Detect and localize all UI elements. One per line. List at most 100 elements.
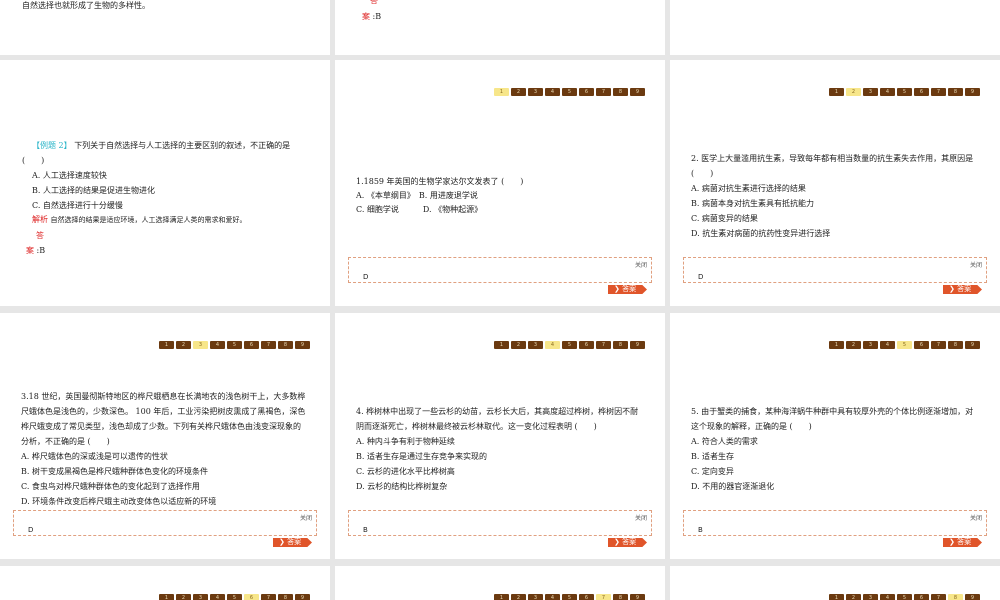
question-nav: 123456789 (494, 341, 645, 349)
question-text: 2. 医学上大量滥用抗生素，导致每年都有相当数量的抗生素失去作用，其原因是 (691, 154, 974, 163)
nav-button-6[interactable]: 6 (579, 341, 594, 349)
nav-button-7[interactable]: 7 (596, 341, 611, 349)
nav-button-5[interactable]: 5 (562, 341, 577, 349)
nav-button-7[interactable]: 7 (261, 594, 276, 600)
question-text: 尺蛾体色是浅色的，少数深色。 100 年后，工业污染把树皮熏成了黑褐色，深色 (21, 407, 306, 416)
nav-button-8[interactable]: 8 (278, 341, 293, 349)
nav-button-1[interactable]: 1 (829, 341, 844, 349)
nav-button-7[interactable]: 7 (261, 341, 276, 349)
close-button[interactable]: 关闭 (635, 260, 647, 269)
nav-button-2[interactable]: 2 (846, 341, 861, 349)
answer-button-label: 答案 (957, 538, 972, 546)
nav-button-4[interactable]: 4 (880, 594, 895, 600)
nav-button-9[interactable]: 9 (630, 88, 645, 96)
nav-button-5[interactable]: 5 (897, 88, 912, 96)
question-slide-5: 1 2 3 4 5 6 7 8 9 5. 由于蟹类的捕食，某种海洋蜗牛种群中具有较厚外壳的个体比例… (670, 313, 1000, 559)
question-nav: 123456789 (494, 88, 645, 96)
nav-button-1[interactable]: 1 (494, 341, 509, 349)
option: C. 定向变异 (691, 467, 734, 476)
nav-button-8[interactable]: 8 (948, 88, 963, 96)
nav-button-1[interactable]: 1 (159, 341, 174, 349)
option: D. 环境条件改变后桦尺蛾主动改变体色以适应新的环境 (21, 497, 217, 506)
nav-button-4[interactable]: 4 (880, 341, 895, 349)
nav-button-4[interactable]: 4 (545, 88, 560, 96)
nav-button-3[interactable]: 3 (863, 594, 878, 600)
question-text: 4. 桦树林中出现了一些云杉的幼苗，云杉长大后，其高度超过桦树，桦树因不耐 (356, 407, 639, 416)
nav-button-2[interactable]: 2 (846, 594, 861, 600)
nav-button-3[interactable]: 3 (863, 341, 878, 349)
nav-button-1[interactable]: 1 (494, 88, 509, 96)
nav-button-1[interactable]: 1 (829, 88, 844, 96)
nav-button-3[interactable]: 3 (528, 594, 543, 600)
nav-button-4[interactable]: 4 (545, 594, 560, 600)
nav-button-9[interactable]: 9 (630, 594, 645, 600)
nav-button-8[interactable]: 8 (613, 594, 628, 600)
nav-button-8[interactable]: 8 (613, 341, 628, 349)
nav-button-2[interactable]: 2 (511, 341, 526, 349)
nav-button-6[interactable]: 6 (244, 341, 259, 349)
answer-value: D (698, 273, 704, 281)
nav-button-4[interactable]: 4 (210, 594, 225, 600)
nav-button-3[interactable]: 3 (193, 341, 208, 349)
nav-button-9[interactable]: 9 (295, 594, 310, 600)
option: B. 病菌本身对抗生素具有抵抗能力 (691, 199, 814, 208)
nav-button-6[interactable]: 6 (579, 594, 594, 600)
nav-button-3[interactable]: 3 (528, 88, 543, 96)
nav-button-4[interactable]: 4 (210, 341, 225, 349)
answer-value: B (698, 526, 703, 534)
answer-value: B (363, 526, 368, 534)
nav-button-8[interactable]: 8 (948, 594, 963, 600)
nav-button-5[interactable]: 5 (897, 341, 912, 349)
nav-button-6[interactable]: 6 (914, 341, 929, 349)
nav-button-7[interactable]: 7 (931, 341, 946, 349)
nav-button-7[interactable]: 7 (931, 594, 946, 600)
nav-button-3[interactable]: 3 (528, 341, 543, 349)
nav-button-5[interactable]: 5 (562, 594, 577, 600)
nav-button-6[interactable]: 6 (914, 594, 929, 600)
close-button[interactable]: 关闭 (300, 513, 312, 522)
nav-button-5[interactable]: 5 (897, 594, 912, 600)
answer-button[interactable]: ❯ 答案 (943, 285, 982, 294)
nav-button-8[interactable]: 8 (278, 594, 293, 600)
nav-button-9[interactable]: 9 (630, 341, 645, 349)
nav-button-4[interactable]: 4 (545, 341, 560, 349)
option: B. 适者生存是通过生存竞争来实现的 (356, 452, 487, 461)
nav-button-9[interactable]: 9 (965, 341, 980, 349)
nav-button-7[interactable]: 7 (596, 88, 611, 96)
example-text: 下列关于自然选择与人工选择的主要区别的叙述，不正确的是 (74, 141, 291, 150)
nav-button-9[interactable]: 9 (965, 594, 980, 600)
nav-button-4[interactable]: 4 (880, 88, 895, 96)
nav-button-1[interactable]: 1 (159, 594, 174, 600)
close-button[interactable]: 关闭 (635, 513, 647, 522)
answer-button[interactable]: ❯ 答案 (608, 538, 647, 547)
nav-button-2[interactable]: 2 (511, 88, 526, 96)
nav-button-6[interactable]: 6 (914, 88, 929, 96)
nav-button-9[interactable]: 9 (965, 88, 980, 96)
nav-button-8[interactable]: 8 (613, 88, 628, 96)
slide-bottom-3: 123456789 (670, 566, 1000, 600)
nav-button-6[interactable]: 6 (579, 88, 594, 96)
option: C. 病菌变异的结果 (691, 214, 758, 223)
nav-button-3[interactable]: 3 (193, 594, 208, 600)
answer-button[interactable]: ❯ 答案 (273, 538, 312, 547)
nav-button-7[interactable]: 7 (596, 594, 611, 600)
chevron-right-icon: ❯ (949, 538, 955, 546)
nav-button-2[interactable]: 2 (176, 341, 191, 349)
nav-button-8[interactable]: 8 (948, 341, 963, 349)
nav-button-1[interactable]: 1 (829, 594, 844, 600)
close-button[interactable]: 关闭 (970, 260, 982, 269)
close-button[interactable]: 关闭 (970, 513, 982, 522)
nav-button-6[interactable]: 6 (244, 594, 259, 600)
nav-button-5[interactable]: 5 (227, 594, 242, 600)
nav-button-1[interactable]: 1 (494, 594, 509, 600)
nav-button-3[interactable]: 3 (863, 88, 878, 96)
nav-button-7[interactable]: 7 (931, 88, 946, 96)
nav-button-2[interactable]: 2 (846, 88, 861, 96)
answer-button[interactable]: ❯ 答案 (608, 285, 647, 294)
nav-button-5[interactable]: 5 (227, 341, 242, 349)
answer-button[interactable]: ❯ 答案 (943, 538, 982, 547)
nav-button-5[interactable]: 5 (562, 88, 577, 96)
nav-button-9[interactable]: 9 (295, 341, 310, 349)
nav-button-2[interactable]: 2 (176, 594, 191, 600)
nav-button-2[interactable]: 2 (511, 594, 526, 600)
